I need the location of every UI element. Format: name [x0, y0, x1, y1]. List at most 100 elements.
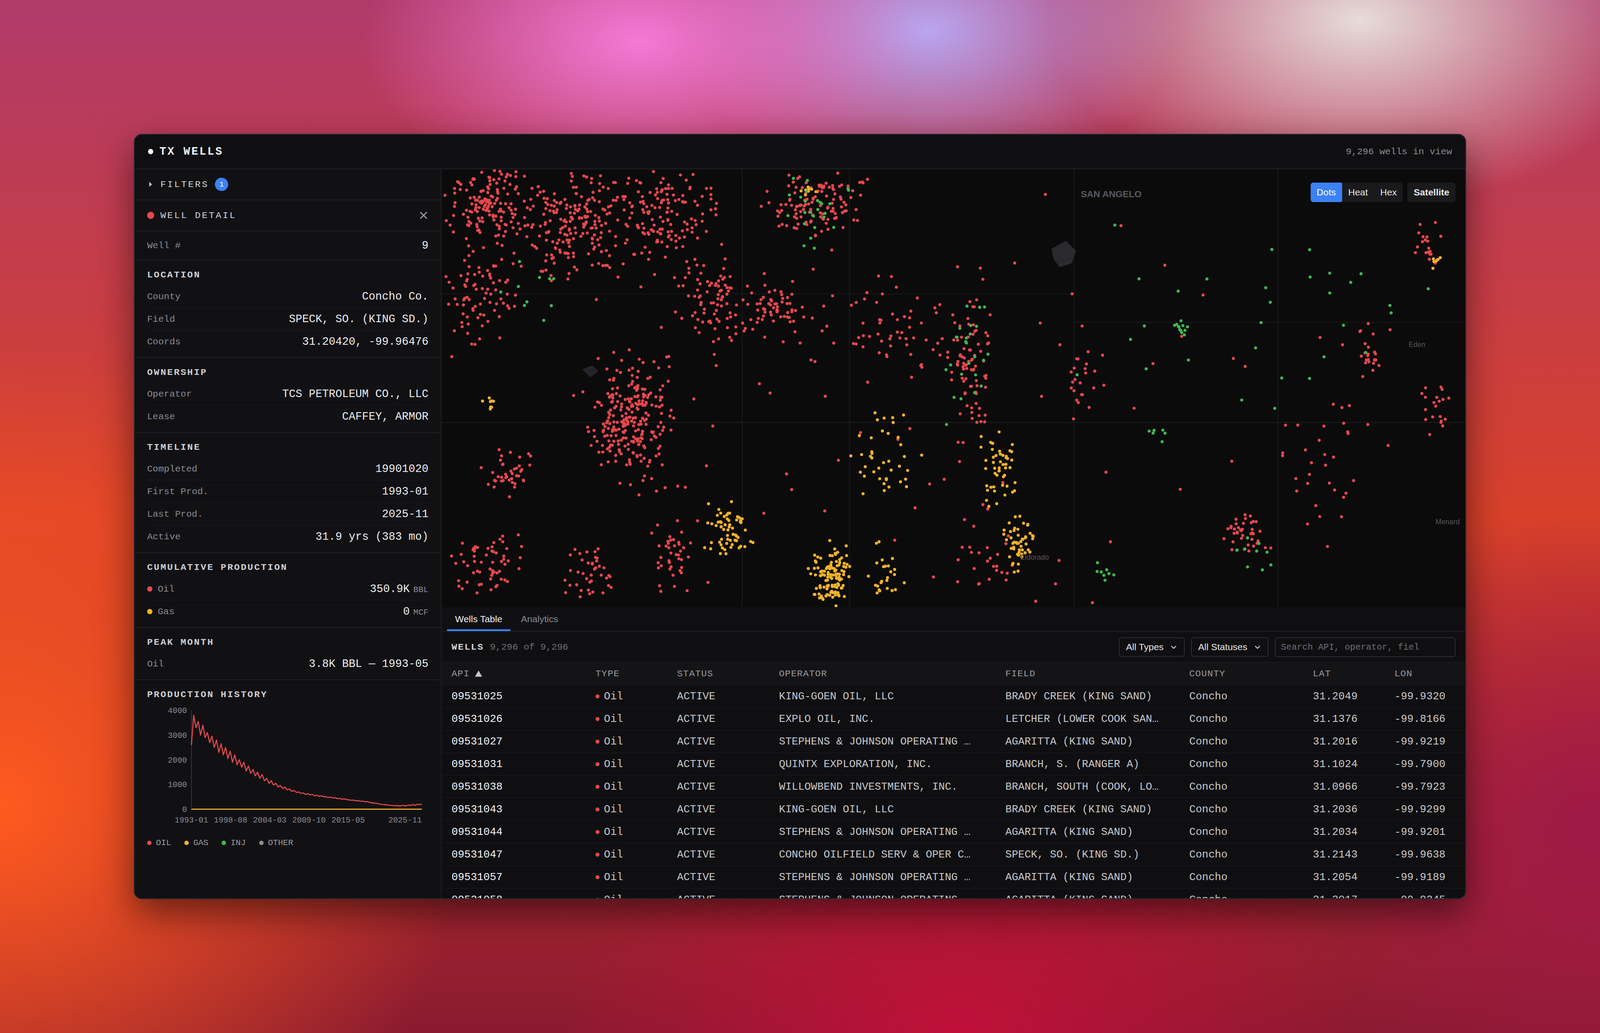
well-dot[interactable] [727, 289, 731, 293]
well-dot[interactable] [833, 192, 837, 196]
well-dot[interactable] [1250, 527, 1254, 531]
well-dot[interactable] [644, 411, 648, 415]
well-dot[interactable] [809, 358, 813, 362]
well-dot[interactable] [762, 272, 766, 276]
well-dot[interactable] [464, 237, 468, 241]
well-dot[interactable] [599, 250, 604, 254]
well-dot[interactable] [824, 221, 828, 225]
well-dot[interactable] [665, 210, 669, 214]
well-dot[interactable] [1427, 257, 1431, 261]
well-dot[interactable] [718, 552, 722, 556]
well-dot[interactable] [821, 212, 825, 216]
well-dot[interactable] [488, 273, 492, 277]
well-dot[interactable] [570, 175, 574, 179]
well-dot[interactable] [681, 245, 685, 249]
well-dot[interactable] [931, 575, 935, 579]
well-dot[interactable] [637, 493, 641, 497]
well-dot[interactable] [666, 183, 670, 187]
well-dot[interactable] [552, 192, 557, 196]
well-dot[interactable] [1386, 443, 1390, 448]
well-dot[interactable] [775, 308, 779, 312]
well-dot[interactable] [1102, 383, 1106, 387]
well-dot[interactable] [611, 393, 615, 397]
well-dot[interactable] [958, 412, 962, 416]
well-dot[interactable] [781, 296, 785, 300]
well-dot[interactable] [1367, 360, 1371, 364]
well-dot[interactable] [494, 214, 498, 218]
well-dot[interactable] [650, 218, 655, 222]
well-dot[interactable] [507, 206, 511, 210]
well-dot[interactable] [583, 205, 587, 209]
well-dot[interactable] [586, 198, 590, 203]
well-dot[interactable] [544, 268, 548, 272]
well-dot[interactable] [723, 283, 727, 287]
well-dot[interactable] [477, 270, 481, 274]
well-dot[interactable] [829, 560, 834, 564]
well-dot[interactable] [1323, 452, 1327, 456]
well-dot[interactable] [836, 582, 840, 586]
well-dot[interactable] [498, 537, 502, 541]
well-dot[interactable] [596, 356, 600, 360]
well-dot[interactable] [453, 201, 457, 205]
well-dot[interactable] [831, 573, 835, 577]
well-dot[interactable] [702, 264, 706, 268]
well-dot[interactable] [640, 387, 644, 391]
well-dot[interactable] [665, 210, 669, 215]
well-dot[interactable] [631, 416, 635, 421]
well-dot[interactable] [665, 198, 670, 202]
well-dot[interactable] [1306, 481, 1310, 485]
well-dot[interactable] [594, 566, 598, 570]
well-dot[interactable] [739, 521, 743, 525]
well-dot[interactable] [698, 282, 702, 286]
well-dot[interactable] [1284, 423, 1288, 427]
well-dot[interactable] [985, 559, 989, 563]
well-dot[interactable] [987, 341, 991, 345]
well-dot[interactable] [814, 560, 818, 565]
well-dot[interactable] [553, 245, 557, 250]
well-dot[interactable] [1087, 405, 1091, 409]
well-dot[interactable] [771, 306, 775, 310]
well-dot[interactable] [650, 203, 654, 207]
well-dot[interactable] [895, 318, 900, 322]
well-dot[interactable] [517, 464, 521, 468]
well-dot[interactable] [646, 464, 650, 468]
well-dot[interactable] [603, 434, 607, 438]
well-dot[interactable] [501, 540, 505, 544]
well-dot[interactable] [502, 557, 506, 561]
well-dot[interactable] [728, 275, 732, 279]
well-dot[interactable] [674, 246, 678, 250]
well-dot[interactable] [510, 480, 514, 484]
well-dot[interactable] [512, 467, 516, 471]
well-dot[interactable] [717, 319, 721, 324]
well-dot[interactable] [465, 315, 469, 319]
well-dot[interactable] [611, 396, 615, 400]
well-dot[interactable] [630, 373, 634, 378]
well-dot[interactable] [653, 272, 657, 277]
well-dot[interactable] [828, 553, 832, 557]
well-dot[interactable] [615, 386, 619, 390]
well-dot[interactable] [666, 541, 670, 545]
well-dot[interactable] [809, 572, 813, 576]
well-dot[interactable] [592, 428, 596, 433]
map-canvas[interactable]: SAN ANGELOEdenMenardEldorado [441, 169, 1466, 608]
well-dot[interactable] [667, 545, 671, 549]
well-dot[interactable] [644, 400, 648, 405]
well-dot[interactable] [473, 342, 477, 347]
well-dot[interactable] [495, 181, 499, 185]
well-dot[interactable] [831, 209, 835, 213]
well-dot[interactable] [956, 558, 960, 562]
well-dot[interactable] [992, 564, 996, 569]
well-dot[interactable] [611, 198, 616, 202]
well-dot[interactable] [1434, 404, 1438, 408]
well-dot[interactable] [614, 459, 618, 463]
well-dot[interactable] [575, 583, 579, 587]
well-dot[interactable] [531, 204, 535, 208]
well-dot[interactable] [613, 406, 617, 410]
well-dot[interactable] [1002, 532, 1006, 536]
well-dot[interactable] [794, 185, 798, 189]
well-dot[interactable] [977, 551, 981, 555]
well-dot[interactable] [971, 305, 975, 309]
well-dot[interactable] [804, 202, 808, 207]
well-dot[interactable] [648, 250, 652, 254]
well-dot[interactable] [536, 193, 540, 197]
